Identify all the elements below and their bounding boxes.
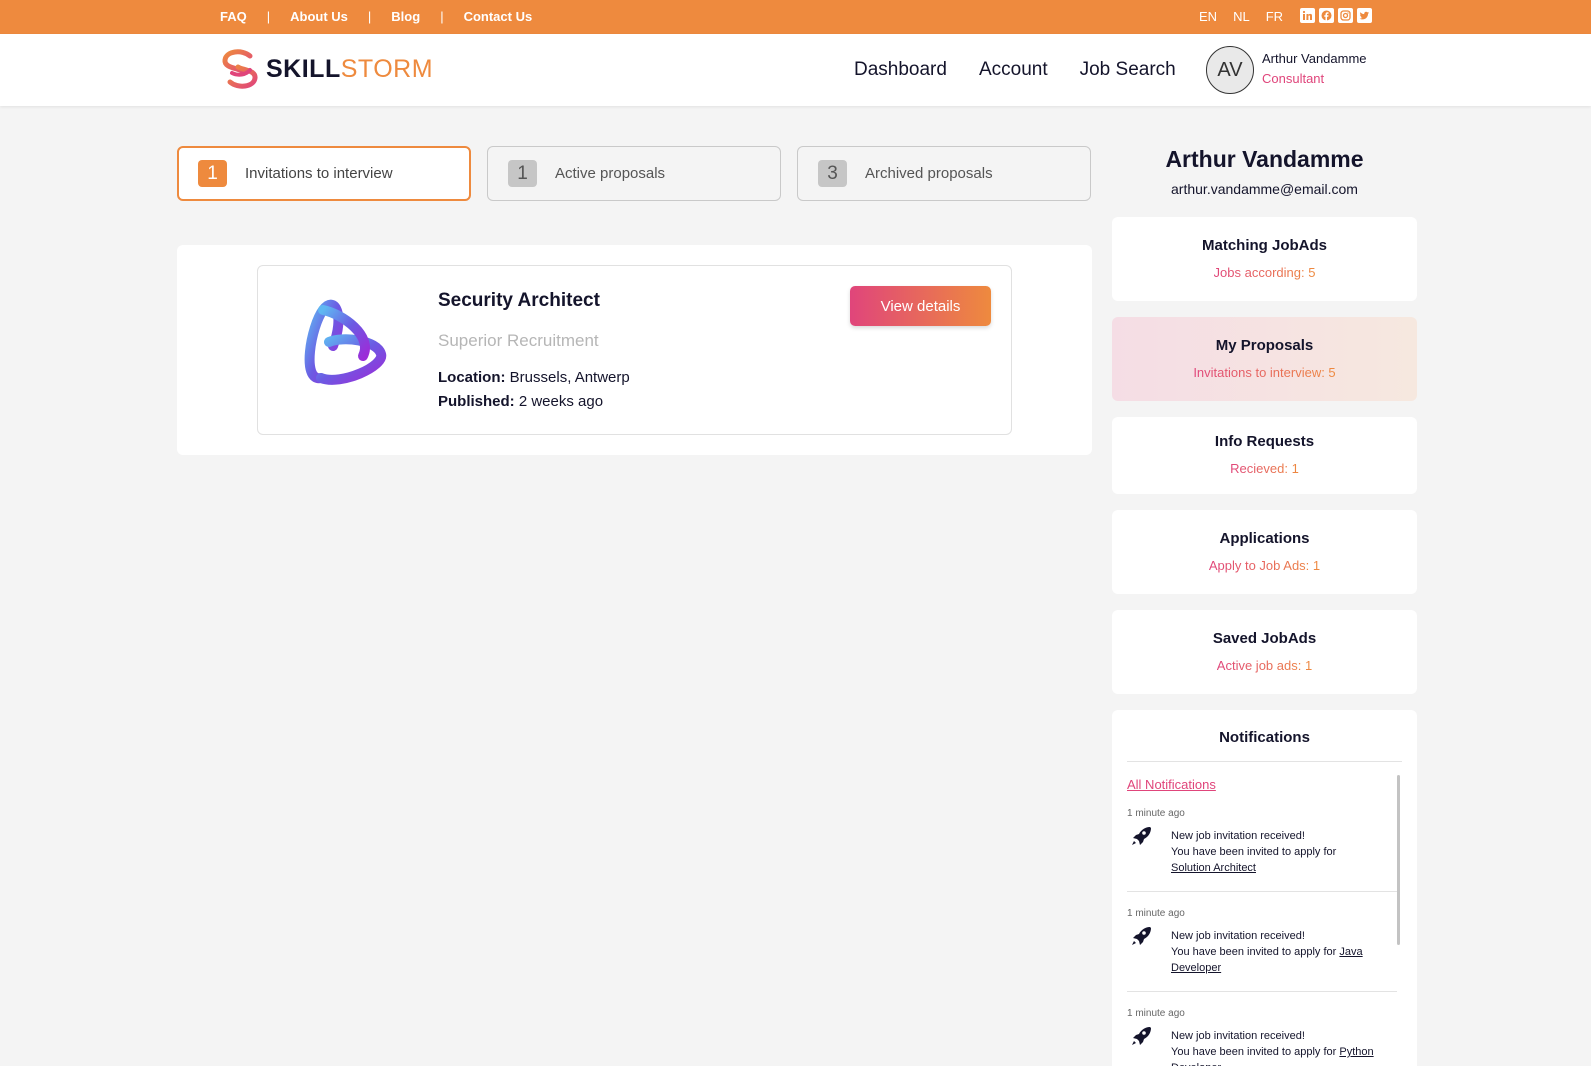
stat-value: Invitations to interview: 5 [1193, 365, 1336, 380]
divider [1127, 891, 1397, 892]
lang-en[interactable]: EN [1199, 9, 1217, 24]
profile-email: arthur.vandamme@email.com [1171, 181, 1358, 197]
social-links [1300, 8, 1372, 23]
notification-body: New job invitation received! You have be… [1171, 928, 1397, 976]
about-us-link[interactable]: About Us [290, 9, 348, 24]
stat-saved-jobads[interactable]: Saved JobAds Active job ads: 1 [1112, 610, 1417, 694]
notification-text: You have been invited to apply for [1171, 946, 1337, 958]
job-location: Location: Brussels, Antwerp [438, 369, 630, 386]
instagram-icon[interactable] [1338, 8, 1353, 23]
profile-name: Arthur Vandamme [1165, 146, 1364, 172]
nav-account[interactable]: Account [979, 59, 1048, 81]
rocket-icon [1132, 1027, 1151, 1045]
company-logo [293, 296, 393, 401]
tab-count-badge: 1 [198, 160, 227, 187]
language-switcher: EN NL FR [1199, 9, 1283, 24]
contact-us-link[interactable]: Contact Us [464, 9, 533, 24]
notification-job-link[interactable]: Solution Architect [1171, 862, 1256, 874]
lang-nl[interactable]: NL [1233, 9, 1250, 24]
rocket-icon [1132, 927, 1151, 945]
notification-body: New job invitation received! You have be… [1171, 1028, 1397, 1066]
faq-link[interactable]: FAQ [220, 9, 247, 24]
facebook-icon[interactable] [1319, 8, 1334, 23]
notification-title: New job invitation received! [1171, 1030, 1305, 1042]
logo-icon [222, 49, 258, 89]
tab-label: Invitations to interview [245, 165, 393, 182]
notifications-scrollbar[interactable] [1397, 775, 1400, 945]
divider [1127, 761, 1402, 762]
tab-archived-proposals[interactable]: 3 Archived proposals [797, 146, 1091, 201]
stat-my-proposals[interactable]: My Proposals Invitations to interview: 5 [1112, 317, 1417, 401]
stat-matching-jobads[interactable]: Matching JobAds Jobs according: 5 [1112, 217, 1417, 301]
notification-text: You have been invited to apply for [1171, 846, 1337, 858]
stat-title: Applications [1219, 530, 1310, 547]
user-role: Consultant [1262, 71, 1325, 86]
brand-name-storm: STORM [340, 54, 434, 83]
location-label: Location: [438, 369, 506, 386]
view-details-button[interactable]: View details [850, 286, 991, 326]
brand-name-skill: SKILL [266, 54, 341, 83]
skillstorm-logo[interactable]: SKILL STORM [220, 48, 433, 90]
stat-value: Active job ads: 1 [1216, 658, 1313, 673]
location-value: Brussels, Antwerp [509, 369, 630, 386]
nav-dashboard[interactable]: Dashboard [854, 59, 947, 81]
stat-applications[interactable]: Applications Apply to Job Ads: 1 [1112, 510, 1417, 594]
job-card: Security Architect Superior Recruitment … [257, 265, 1012, 435]
all-notifications-link[interactable]: All Notifications [1127, 777, 1216, 792]
tab-active-proposals[interactable]: 1 Active proposals [487, 146, 781, 201]
notification-item: 1 minute ago New job invitation received… [1127, 808, 1397, 892]
notification-body: New job invitation received! You have be… [1171, 828, 1397, 876]
published-label: Published: [438, 393, 515, 410]
lang-fr[interactable]: FR [1266, 9, 1283, 24]
twitter-icon[interactable] [1357, 8, 1372, 23]
tab-label: Archived proposals [865, 165, 993, 182]
stat-title: Matching JobAds [1201, 237, 1327, 254]
nav-job-search[interactable]: Job Search [1080, 59, 1176, 81]
stat-value: Recieved: 1 [1230, 461, 1299, 476]
stat-title: Info Requests [1214, 433, 1315, 450]
blog-link[interactable]: Blog [391, 9, 420, 24]
top-bar: FAQ | About Us | Blog | Contact Us EN NL… [0, 0, 1591, 34]
published-value: 2 weeks ago [518, 393, 604, 410]
tab-count-badge: 3 [818, 160, 847, 187]
notification-title: New job invitation received! [1171, 930, 1305, 942]
rocket-icon [1132, 827, 1151, 845]
notification-time: 1 minute ago [1127, 1008, 1185, 1019]
notifications-panel: Notifications All Notifications 1 minute… [1112, 710, 1417, 1066]
separator: | [367, 9, 372, 24]
avatar[interactable]: AV [1206, 46, 1254, 94]
stat-info-requests[interactable]: Info Requests Recieved: 1 [1112, 417, 1417, 494]
stat-title: My Proposals [1215, 337, 1314, 354]
main-header: SKILL STORM Dashboard Account Job Search … [0, 34, 1591, 106]
notification-item: 1 minute ago New job invitation received… [1127, 1008, 1397, 1066]
separator: | [266, 9, 271, 24]
separator: | [440, 9, 444, 24]
notification-item: 1 minute ago New job invitation received… [1127, 908, 1397, 992]
company-name: Superior Recruitment [438, 331, 599, 350]
tab-label: Active proposals [555, 165, 666, 182]
job-published: Published: 2 weeks ago [438, 393, 603, 410]
stat-value: Jobs according: 5 [1213, 265, 1316, 280]
notification-text: You have been invited to apply for [1171, 1046, 1337, 1058]
stat-title: Saved JobAds [1212, 630, 1317, 647]
top-links: FAQ | About Us | Blog | Contact Us [220, 9, 532, 24]
job-title[interactable]: Security Architect [438, 290, 600, 312]
divider [1127, 991, 1397, 992]
notification-time: 1 minute ago [1127, 808, 1185, 819]
tab-count-badge: 1 [508, 160, 537, 187]
notification-title: New job invitation received! [1171, 830, 1305, 842]
main-nav: Dashboard Account Job Search [854, 59, 1176, 81]
linkedin-icon[interactable] [1300, 8, 1315, 23]
stat-value: Apply to Job Ads: 1 [1208, 558, 1321, 573]
notification-time: 1 minute ago [1127, 908, 1185, 919]
notifications-title: Notifications [1219, 729, 1310, 746]
job-list-panel: Security Architect Superior Recruitment … [177, 245, 1092, 455]
user-info[interactable]: Arthur Vandamme Consultant [1262, 51, 1367, 86]
user-name: Arthur Vandamme [1262, 51, 1367, 66]
tab-invitations-to-interview[interactable]: 1 Invitations to interview [177, 146, 471, 201]
